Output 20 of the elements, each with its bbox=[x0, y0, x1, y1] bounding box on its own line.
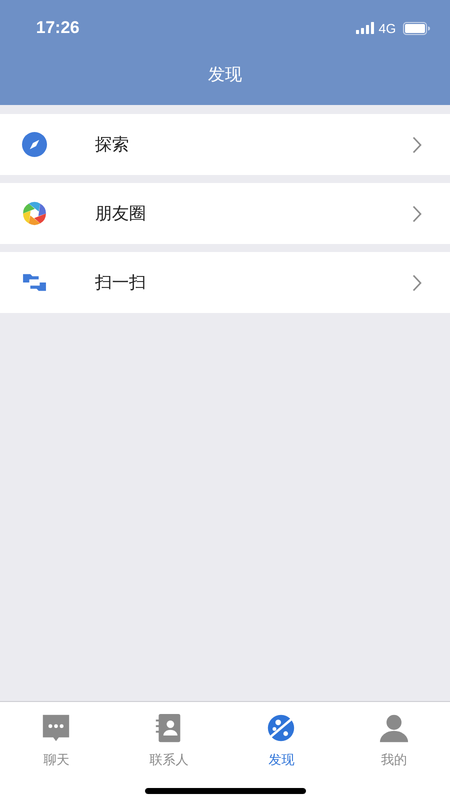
menu-item[interactable]: 扫一扫 bbox=[0, 252, 450, 313]
signal-icon bbox=[356, 22, 374, 34]
menu-item[interactable]: 朋友圈 bbox=[0, 183, 450, 244]
chevron-right-icon bbox=[412, 136, 422, 154]
planet-icon bbox=[266, 713, 296, 743]
tab[interactable]: 聊天 bbox=[0, 702, 112, 769]
aperture-icon bbox=[22, 201, 47, 226]
person-icon bbox=[378, 713, 409, 743]
battery-icon bbox=[403, 22, 430, 34]
compass-icon bbox=[22, 132, 47, 157]
network-label: 4G bbox=[378, 20, 396, 36]
tab[interactable]: 我的 bbox=[338, 702, 450, 769]
chevron-right-icon bbox=[412, 204, 422, 222]
menu-item[interactable]: 探索 bbox=[0, 114, 450, 175]
tab[interactable]: 联系人 bbox=[112, 702, 225, 769]
status-time: 17:26 bbox=[36, 18, 80, 38]
tab[interactable]: 发现 bbox=[225, 702, 338, 769]
page-title: 发现 bbox=[207, 64, 243, 86]
chat-bubble-icon bbox=[41, 713, 72, 743]
chevron-right-icon bbox=[412, 274, 422, 292]
